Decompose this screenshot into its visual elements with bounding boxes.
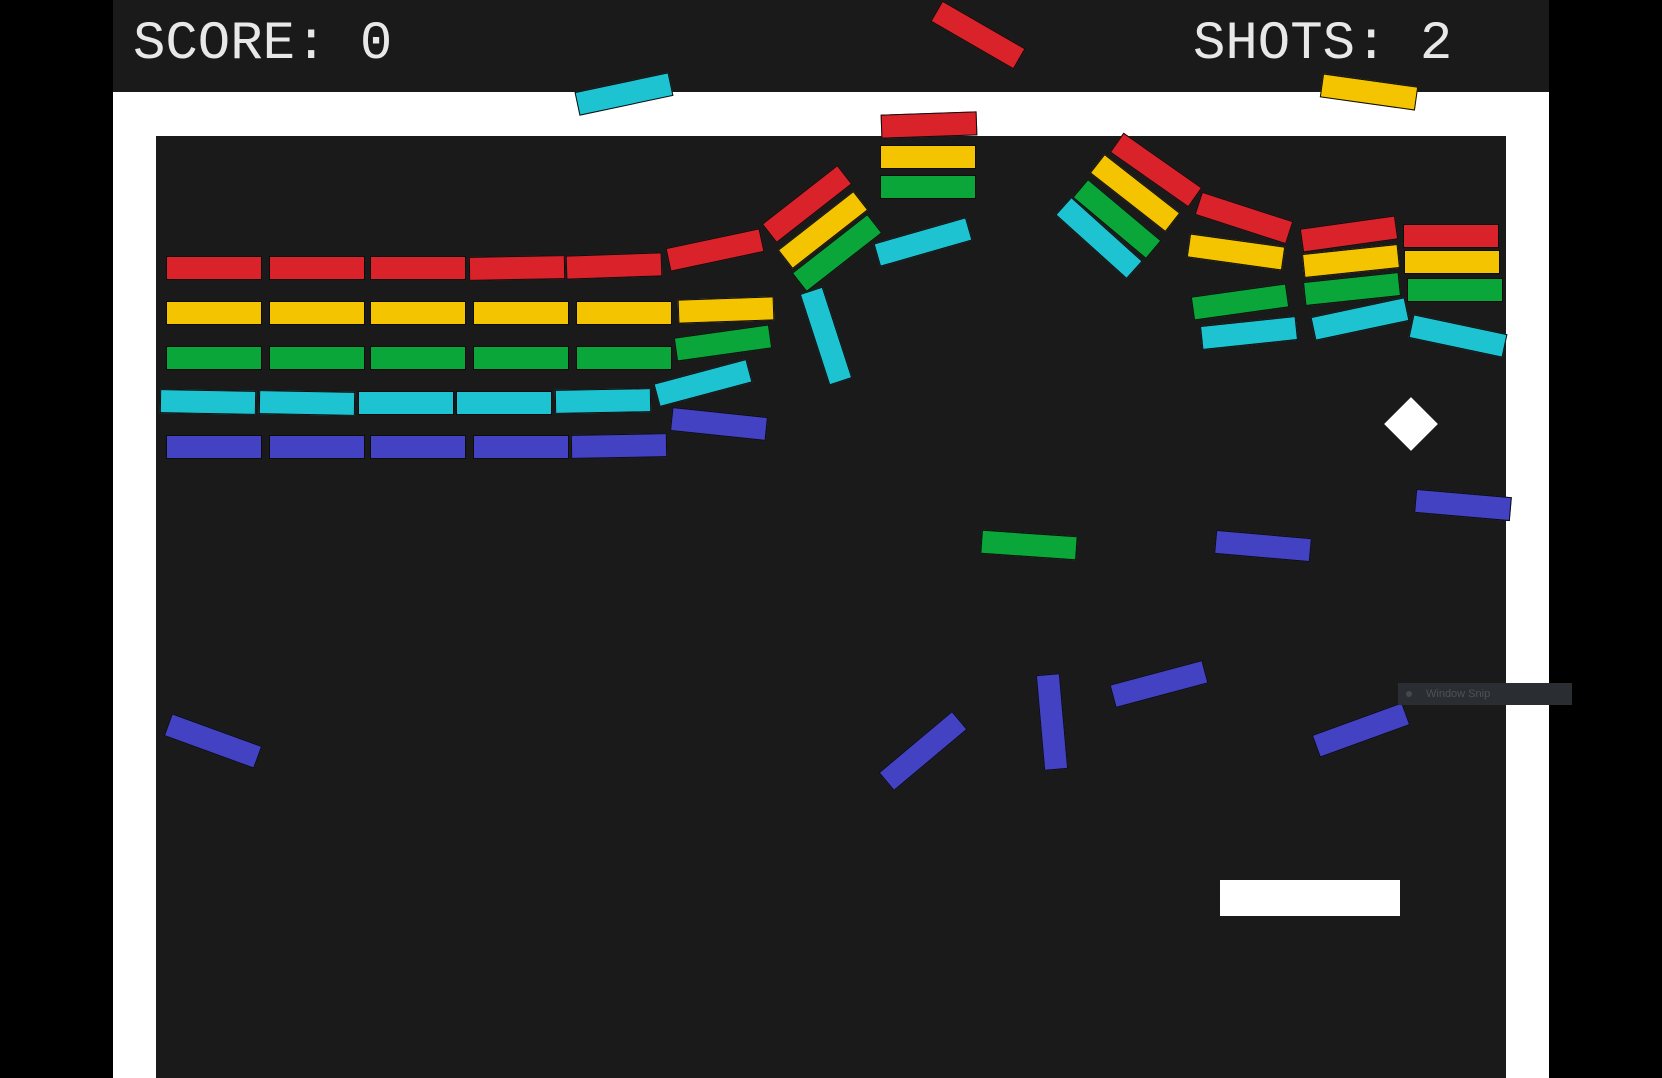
- brick-red: [370, 256, 466, 280]
- brick-red: [880, 111, 978, 139]
- brick-blue: [370, 435, 466, 459]
- right-wall: [1506, 136, 1549, 1078]
- brick-green: [166, 346, 262, 370]
- brick-cyan: [159, 389, 257, 415]
- left-wall: [113, 136, 156, 1078]
- game-window[interactable]: SCORE: 0 SHOTS: 2 Window Snip: [113, 0, 1572, 1078]
- brick-cyan: [358, 391, 454, 415]
- brick-yellow: [677, 296, 775, 324]
- snip-icon: [1406, 691, 1412, 698]
- score-display: SCORE: 0: [133, 14, 393, 75]
- brick-blue: [570, 433, 668, 459]
- shots-display: SHOTS: 2: [1193, 14, 1453, 75]
- brick-green: [1407, 278, 1503, 302]
- brick-green: [370, 346, 466, 370]
- window-snip-tooltip: Window Snip: [1398, 683, 1572, 705]
- brick-cyan: [456, 391, 552, 415]
- brick-red: [468, 255, 566, 281]
- brick-blue: [269, 435, 365, 459]
- brick-yellow: [1404, 250, 1500, 274]
- brick-blue: [166, 435, 262, 459]
- paddle[interactable]: [1220, 880, 1400, 916]
- brick-red: [166, 256, 262, 280]
- brick-red: [269, 256, 365, 280]
- brick-yellow: [473, 301, 569, 325]
- snip-label: Window Snip: [1426, 688, 1491, 700]
- brick-yellow: [576, 301, 672, 325]
- brick-blue: [473, 435, 569, 459]
- brick-red: [565, 252, 663, 280]
- brick-green: [880, 175, 976, 199]
- brick-green: [473, 346, 569, 370]
- brick-red: [1403, 224, 1499, 248]
- brick-cyan: [258, 390, 356, 416]
- brick-green: [269, 346, 365, 370]
- brick-green: [576, 346, 672, 370]
- brick-cyan: [554, 388, 652, 414]
- brick-yellow: [166, 301, 262, 325]
- brick-yellow: [880, 145, 976, 169]
- brick-yellow: [370, 301, 466, 325]
- brick-yellow: [269, 301, 365, 325]
